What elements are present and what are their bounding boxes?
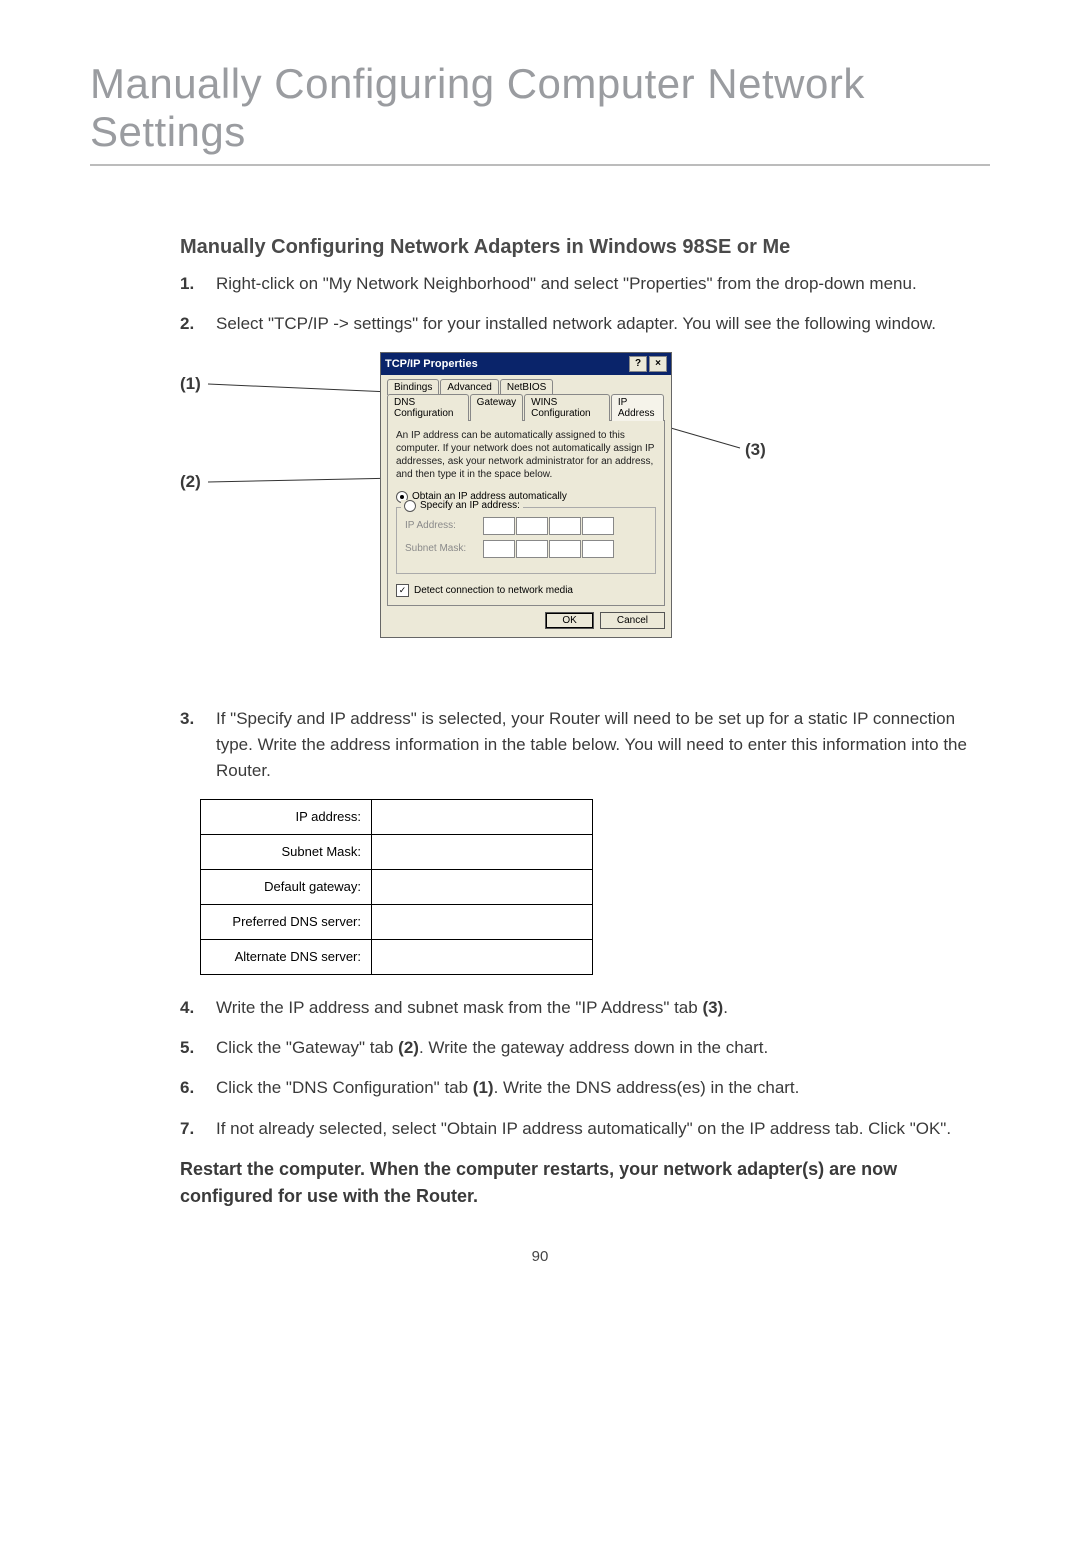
table-row: Alternate DNS server: [201,939,593,974]
field-label: IP Address: [405,520,475,531]
callout-2: (2) [180,472,201,492]
step-item: 6. Click the "DNS Configuration" tab (1)… [180,1075,990,1101]
step-text: Write the IP address and subnet mask fro… [216,995,990,1021]
dialog-info-text: An IP address can be automatically assig… [396,429,656,481]
dialog-title: TCP/IP Properties [385,358,478,370]
step-item: 7. If not already selected, select "Obta… [180,1116,990,1142]
table-row: Default gateway: [201,869,593,904]
subnet-mask-field: Subnet Mask: [405,540,647,558]
step-text: If "Specify and IP address" is selected,… [216,706,990,785]
step-number: 5. [180,1035,216,1061]
row-label: Alternate DNS server: [201,939,372,974]
radio-icon [404,500,416,512]
callout-1: (1) [180,374,201,394]
tab-ip-address[interactable]: IP Address [611,394,664,421]
ip-segment-input[interactable] [582,517,614,535]
step-item: 3. If "Specify and IP address" is select… [180,706,990,785]
page-number: 90 [90,1248,990,1265]
checkbox-label: Detect connection to network media [414,585,573,596]
ip-address-field: IP Address: [405,517,647,535]
dialog-titlebar: TCP/IP Properties ? × [381,353,671,375]
step-number: 7. [180,1116,216,1142]
tcpip-dialog: TCP/IP Properties ? × Bindings Advanced … [380,352,672,638]
ok-button[interactable]: OK [545,612,593,629]
step-number: 6. [180,1075,216,1101]
step-text: Right-click on "My Network Neighborhood"… [216,271,990,297]
table-row: IP address: [201,799,593,834]
tab-bindings[interactable]: Bindings [387,379,439,395]
ip-segment-input[interactable] [483,540,515,558]
close-icon[interactable]: × [649,356,667,372]
step-number: 4. [180,995,216,1021]
section-heading: Manually Configuring Network Adapters in… [180,236,990,259]
step-text: Select "TCP/IP -> settings" for your ins… [216,311,990,337]
title-rule [90,164,990,166]
steps-list-a: 1. Right-click on "My Network Neighborho… [180,271,990,338]
step-item: 5. Click the "Gateway" tab (2). Write th… [180,1035,990,1061]
field-label: Subnet Mask: [405,543,475,554]
restart-note: Restart the computer. When the computer … [180,1156,990,1210]
tab-strip: Bindings Advanced NetBIOS DNS Configurat… [381,375,671,421]
row-label: IP address: [201,799,372,834]
tab-advanced[interactable]: Advanced [440,379,498,395]
step-number: 3. [180,706,216,785]
row-label: Preferred DNS server: [201,904,372,939]
row-value [372,834,593,869]
ip-segment-input[interactable] [549,540,581,558]
screenshot-figure: (1) (2) (3) TCP/IP Properties ? × [180,352,990,682]
ip-segment-input[interactable] [483,517,515,535]
step-item: 2. Select "TCP/IP -> settings" for your … [180,311,990,337]
row-value [372,939,593,974]
radio-specify[interactable]: Specify an IP address: [401,500,523,512]
table-row: Preferred DNS server: [201,904,593,939]
steps-list-b: 3. If "Specify and IP address" is select… [180,706,990,785]
tab-gateway[interactable]: Gateway [470,394,523,421]
checkbox-icon: ✓ [396,584,409,597]
step-item: 4. Write the IP address and subnet mask … [180,995,990,1021]
tab-panel: An IP address can be automatically assig… [387,420,665,606]
help-icon[interactable]: ? [629,356,647,372]
address-entry-table: IP address: Subnet Mask: Default gateway… [200,799,593,975]
steps-list-c: 4. Write the IP address and subnet mask … [180,995,990,1142]
tab-dns-config[interactable]: DNS Configuration [387,394,469,421]
tab-netbios[interactable]: NetBIOS [500,379,553,395]
specify-group: Specify an IP address: IP Address: [396,507,656,574]
row-value [372,904,593,939]
step-number: 2. [180,311,216,337]
ip-segment-input[interactable] [582,540,614,558]
row-value [372,799,593,834]
tab-wins-config[interactable]: WINS Configuration [524,394,610,421]
table-row: Subnet Mask: [201,834,593,869]
callout-3: (3) [745,440,766,460]
step-text: Click the "Gateway" tab (2). Write the g… [216,1035,990,1061]
step-number: 1. [180,271,216,297]
detect-media-checkbox[interactable]: ✓ Detect connection to network media [396,584,656,597]
ip-segment-input[interactable] [549,517,581,535]
ip-segment-input[interactable] [516,540,548,558]
step-item: 1. Right-click on "My Network Neighborho… [180,271,990,297]
radio-label: Specify an IP address: [420,500,520,511]
ip-segment-input[interactable] [516,517,548,535]
row-value [372,869,593,904]
step-text: Click the "DNS Configuration" tab (1). W… [216,1075,990,1101]
row-label: Subnet Mask: [201,834,372,869]
row-label: Default gateway: [201,869,372,904]
step-text: If not already selected, select "Obtain … [216,1116,990,1142]
cancel-button[interactable]: Cancel [600,612,665,629]
page-title: Manually Configuring Computer Network Se… [90,60,990,156]
